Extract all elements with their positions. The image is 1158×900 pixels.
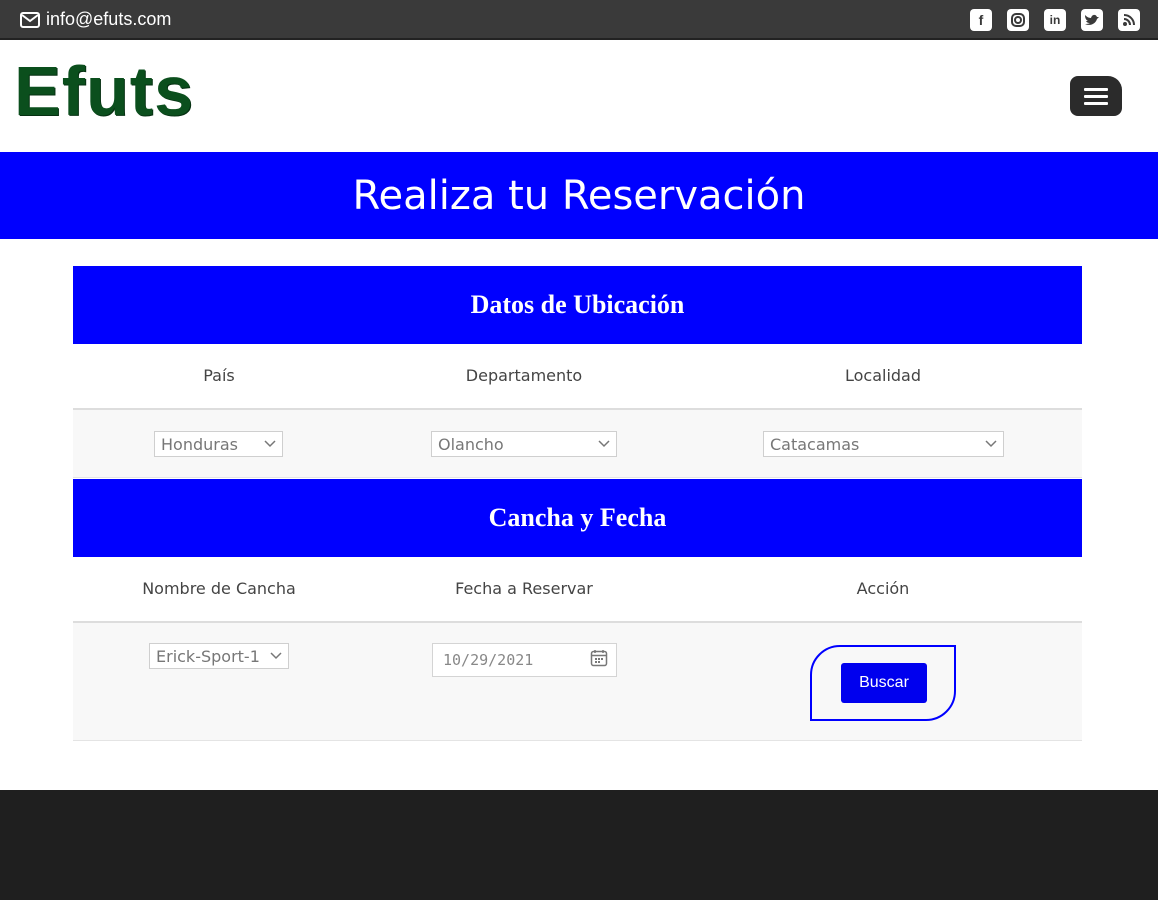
twitter-icon[interactable] bbox=[1081, 9, 1103, 31]
cancha-select[interactable]: Erick-Sport-1 bbox=[149, 643, 289, 669]
chevron-down-icon bbox=[270, 652, 282, 660]
chevron-down-icon bbox=[264, 440, 276, 448]
site-footer bbox=[0, 790, 1158, 900]
cancha-select-value: Erick-Sport-1 bbox=[156, 646, 260, 666]
pais-select[interactable]: Honduras bbox=[154, 431, 283, 457]
column-header-fecha: Fecha a Reservar bbox=[455, 579, 593, 598]
column-header-accion: Acción bbox=[856, 579, 910, 598]
search-button[interactable]: Buscar bbox=[841, 663, 927, 703]
instagram-icon[interactable] bbox=[1007, 9, 1029, 31]
top-bar: info@efuts.com f in bbox=[0, 0, 1158, 40]
menu-line-icon bbox=[1084, 101, 1108, 105]
menu-line-icon bbox=[1084, 94, 1108, 98]
menu-line-icon bbox=[1084, 87, 1108, 91]
mail-icon bbox=[20, 11, 40, 28]
location-column-headers: País Departamento Localidad bbox=[73, 344, 1082, 410]
column-header-localidad: Localidad bbox=[844, 366, 922, 385]
column-header-pais: País bbox=[203, 366, 235, 385]
linkedin-icon[interactable]: in bbox=[1044, 9, 1066, 31]
rss-icon[interactable] bbox=[1118, 9, 1140, 31]
reservation-date-value: 10/29/2021 bbox=[443, 651, 534, 669]
page-title: Realiza tu Reservación bbox=[0, 152, 1158, 239]
site-logo[interactable]: Efuts bbox=[14, 56, 194, 126]
field-column-headers: Nombre de Cancha Fecha a Reservar Acción bbox=[73, 557, 1082, 623]
departamento-select[interactable]: Olancho bbox=[431, 431, 617, 457]
calendar-icon[interactable] bbox=[590, 649, 608, 671]
localidad-select-value: Catacamas bbox=[770, 434, 860, 454]
reservation-date-input[interactable]: 10/29/2021 bbox=[432, 643, 617, 677]
field-section-title: Cancha y Fecha bbox=[73, 479, 1082, 557]
field-input-row: Erick-Sport-1 10/29/2021 Buscar bbox=[73, 623, 1082, 741]
pais-select-value: Honduras bbox=[161, 434, 238, 454]
chevron-down-icon bbox=[598, 440, 610, 448]
contact-email-text: info@efuts.com bbox=[46, 9, 172, 29]
chevron-down-icon bbox=[985, 440, 997, 448]
location-section-title: Datos de Ubicación bbox=[73, 266, 1082, 344]
departamento-select-value: Olancho bbox=[438, 434, 504, 454]
column-header-departamento: Departamento bbox=[465, 366, 583, 385]
localidad-select[interactable]: Catacamas bbox=[763, 431, 1004, 457]
hamburger-menu-button[interactable] bbox=[1070, 76, 1122, 116]
facebook-icon[interactable]: f bbox=[970, 9, 992, 31]
contact-email[interactable]: info@efuts.com bbox=[20, 9, 171, 30]
site-header: Efuts bbox=[0, 42, 1158, 152]
column-header-cancha: Nombre de Cancha bbox=[142, 579, 296, 598]
location-input-row: Honduras Olancho Catacamas bbox=[73, 410, 1082, 478]
social-links: f in bbox=[970, 9, 1140, 31]
